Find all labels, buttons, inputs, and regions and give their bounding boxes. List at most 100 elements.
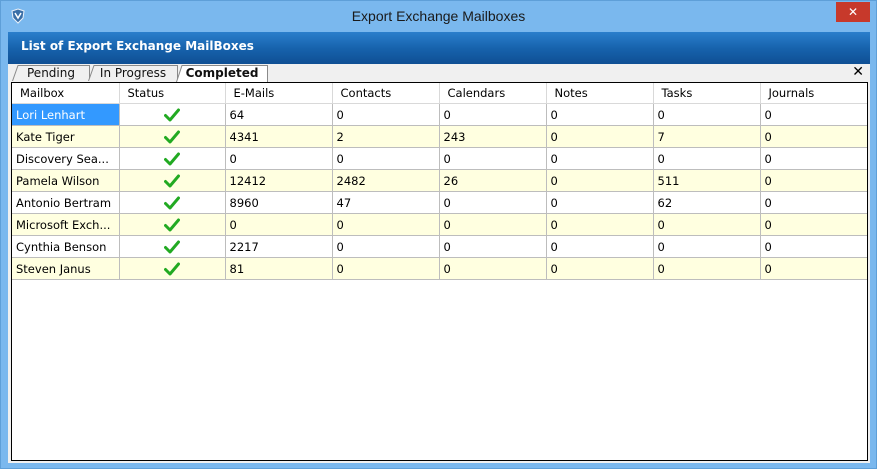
cell-emails[interactable]: 64 — [225, 103, 333, 126]
cell-emails[interactable]: 0 — [225, 147, 333, 170]
tab-in-progress[interactable]: In Progress — [88, 65, 178, 81]
title-bar[interactable]: Export Exchange Mailboxes ✕ — [1, 1, 876, 32]
cell-status[interactable] — [119, 103, 226, 126]
cell-mailbox[interactable]: Kate Tiger — [12, 125, 120, 148]
mailbox-grid[interactable]: Mailbox Status E-Mails Contacts Calendar… — [11, 82, 868, 461]
cell-contacts[interactable]: 0 — [332, 257, 440, 280]
cell-tasks[interactable]: 0 — [653, 147, 761, 170]
cell-status[interactable] — [119, 213, 226, 236]
cell-journals[interactable]: 0 — [760, 235, 867, 258]
table-row[interactable]: Microsoft Exch... 0 0 0 0 0 0 — [12, 213, 867, 236]
cell-contacts[interactable]: 2 — [332, 125, 440, 148]
export-window: Export Exchange Mailboxes ✕ List of Expo… — [0, 0, 877, 469]
list-header: List of Export Exchange MailBoxes — [8, 32, 870, 64]
mailbox-table: Mailbox Status E-Mails Contacts Calendar… — [12, 83, 867, 280]
cell-contacts[interactable]: 47 — [332, 191, 440, 214]
cell-status[interactable] — [119, 235, 226, 258]
tab-completed[interactable]: Completed — [176, 65, 268, 82]
table-row[interactable]: Antonio Bertram 8960 47 0 0 62 0 — [12, 191, 867, 214]
cell-calendars[interactable]: 0 — [439, 103, 547, 126]
cell-journals[interactable]: 0 — [760, 191, 867, 214]
cell-journals[interactable]: 0 — [760, 103, 867, 126]
cell-contacts[interactable]: 0 — [332, 147, 440, 170]
cell-tasks[interactable]: 0 — [653, 103, 761, 126]
cell-tasks[interactable]: 0 — [653, 257, 761, 280]
table-row[interactable]: Kate Tiger 4341 2 243 0 7 0 — [12, 125, 867, 148]
checkmark-icon — [164, 262, 180, 276]
cell-status[interactable] — [119, 125, 226, 148]
cell-tasks[interactable]: 0 — [653, 213, 761, 236]
cell-status[interactable] — [119, 147, 226, 170]
cell-journals[interactable]: 0 — [760, 125, 867, 148]
cell-journals[interactable]: 0 — [760, 257, 867, 280]
table-row[interactable]: Steven Janus 81 0 0 0 0 0 — [12, 257, 867, 280]
cell-mailbox[interactable]: Antonio Bertram — [12, 191, 120, 214]
cell-status[interactable] — [119, 169, 226, 192]
cell-journals[interactable]: 0 — [760, 147, 867, 170]
cell-calendars[interactable]: 0 — [439, 213, 547, 236]
cell-emails[interactable]: 0 — [225, 213, 333, 236]
cell-emails[interactable]: 8960 — [225, 191, 333, 214]
cell-mailbox[interactable]: Cynthia Benson — [12, 235, 120, 258]
cell-notes[interactable]: 0 — [546, 257, 654, 280]
cell-calendars[interactable]: 0 — [439, 191, 547, 214]
column-header-mailbox[interactable]: Mailbox — [12, 83, 120, 104]
cell-status[interactable] — [119, 257, 226, 280]
cell-calendars[interactable]: 0 — [439, 235, 547, 258]
cell-calendars[interactable]: 26 — [439, 169, 547, 192]
cell-notes[interactable]: 0 — [546, 213, 654, 236]
checkmark-icon — [164, 174, 180, 188]
close-tab-icon[interactable]: ✕ — [852, 64, 864, 80]
checkmark-icon — [164, 130, 180, 144]
cell-calendars[interactable]: 243 — [439, 125, 547, 148]
cell-tasks[interactable]: 0 — [653, 235, 761, 258]
cell-emails[interactable]: 81 — [225, 257, 333, 280]
cell-contacts[interactable]: 0 — [332, 235, 440, 258]
cell-tasks[interactable]: 511 — [653, 169, 761, 192]
table-row[interactable]: Discovery Sea... 0 0 0 0 0 0 — [12, 147, 867, 170]
cell-contacts[interactable]: 0 — [332, 213, 440, 236]
cell-mailbox[interactable]: Lori Lenhart — [12, 103, 120, 126]
column-header-emails[interactable]: E-Mails — [225, 83, 333, 104]
cell-notes[interactable]: 0 — [546, 235, 654, 258]
cell-contacts[interactable]: 0 — [332, 103, 440, 126]
cell-calendars[interactable]: 0 — [439, 147, 547, 170]
table-row[interactable]: Cynthia Benson 2217 0 0 0 0 0 — [12, 235, 867, 258]
column-header-tasks[interactable]: Tasks — [653, 83, 761, 104]
cell-contacts[interactable]: 2482 — [332, 169, 440, 192]
cell-notes[interactable]: 0 — [546, 191, 654, 214]
cell-emails[interactable]: 4341 — [225, 125, 333, 148]
cell-notes[interactable]: 0 — [546, 169, 654, 192]
tab-bar: Pending In Progress Completed ✕ — [8, 64, 870, 82]
client-area: List of Export Exchange MailBoxes Pendin… — [8, 32, 870, 463]
cell-mailbox[interactable]: Discovery Sea... — [12, 147, 120, 170]
cell-journals[interactable]: 0 — [760, 213, 867, 236]
column-header-notes[interactable]: Notes — [546, 83, 654, 104]
cell-emails[interactable]: 12412 — [225, 169, 333, 192]
table-header-row: Mailbox Status E-Mails Contacts Calendar… — [12, 83, 867, 104]
cell-notes[interactable]: 0 — [546, 125, 654, 148]
cell-mailbox[interactable]: Steven Janus — [12, 257, 120, 280]
cell-notes[interactable]: 0 — [546, 147, 654, 170]
table-row[interactable]: Pamela Wilson 12412 2482 26 0 511 0 — [12, 169, 867, 192]
cell-tasks[interactable]: 7 — [653, 125, 761, 148]
table-row[interactable]: Lori Lenhart 64 0 0 0 0 0 — [12, 103, 867, 126]
cell-calendars[interactable]: 0 — [439, 257, 547, 280]
cell-journals[interactable]: 0 — [760, 169, 867, 192]
cell-emails[interactable]: 2217 — [225, 235, 333, 258]
cell-status[interactable] — [119, 191, 226, 214]
cell-notes[interactable]: 0 — [546, 103, 654, 126]
column-header-status[interactable]: Status — [119, 83, 226, 104]
column-header-journals[interactable]: Journals — [760, 83, 867, 104]
tab-in-progress-label: In Progress — [99, 66, 167, 80]
checkmark-icon — [164, 218, 180, 232]
window-close-button[interactable]: ✕ — [836, 2, 870, 22]
cell-mailbox[interactable]: Microsoft Exch... — [12, 213, 120, 236]
checkmark-icon — [164, 240, 180, 254]
column-header-calendars[interactable]: Calendars — [439, 83, 547, 104]
tab-pending[interactable]: Pending — [12, 65, 90, 81]
column-header-contacts[interactable]: Contacts — [332, 83, 440, 104]
window-title: Export Exchange Mailboxes — [351, 8, 526, 24]
cell-mailbox[interactable]: Pamela Wilson — [12, 169, 120, 192]
cell-tasks[interactable]: 62 — [653, 191, 761, 214]
